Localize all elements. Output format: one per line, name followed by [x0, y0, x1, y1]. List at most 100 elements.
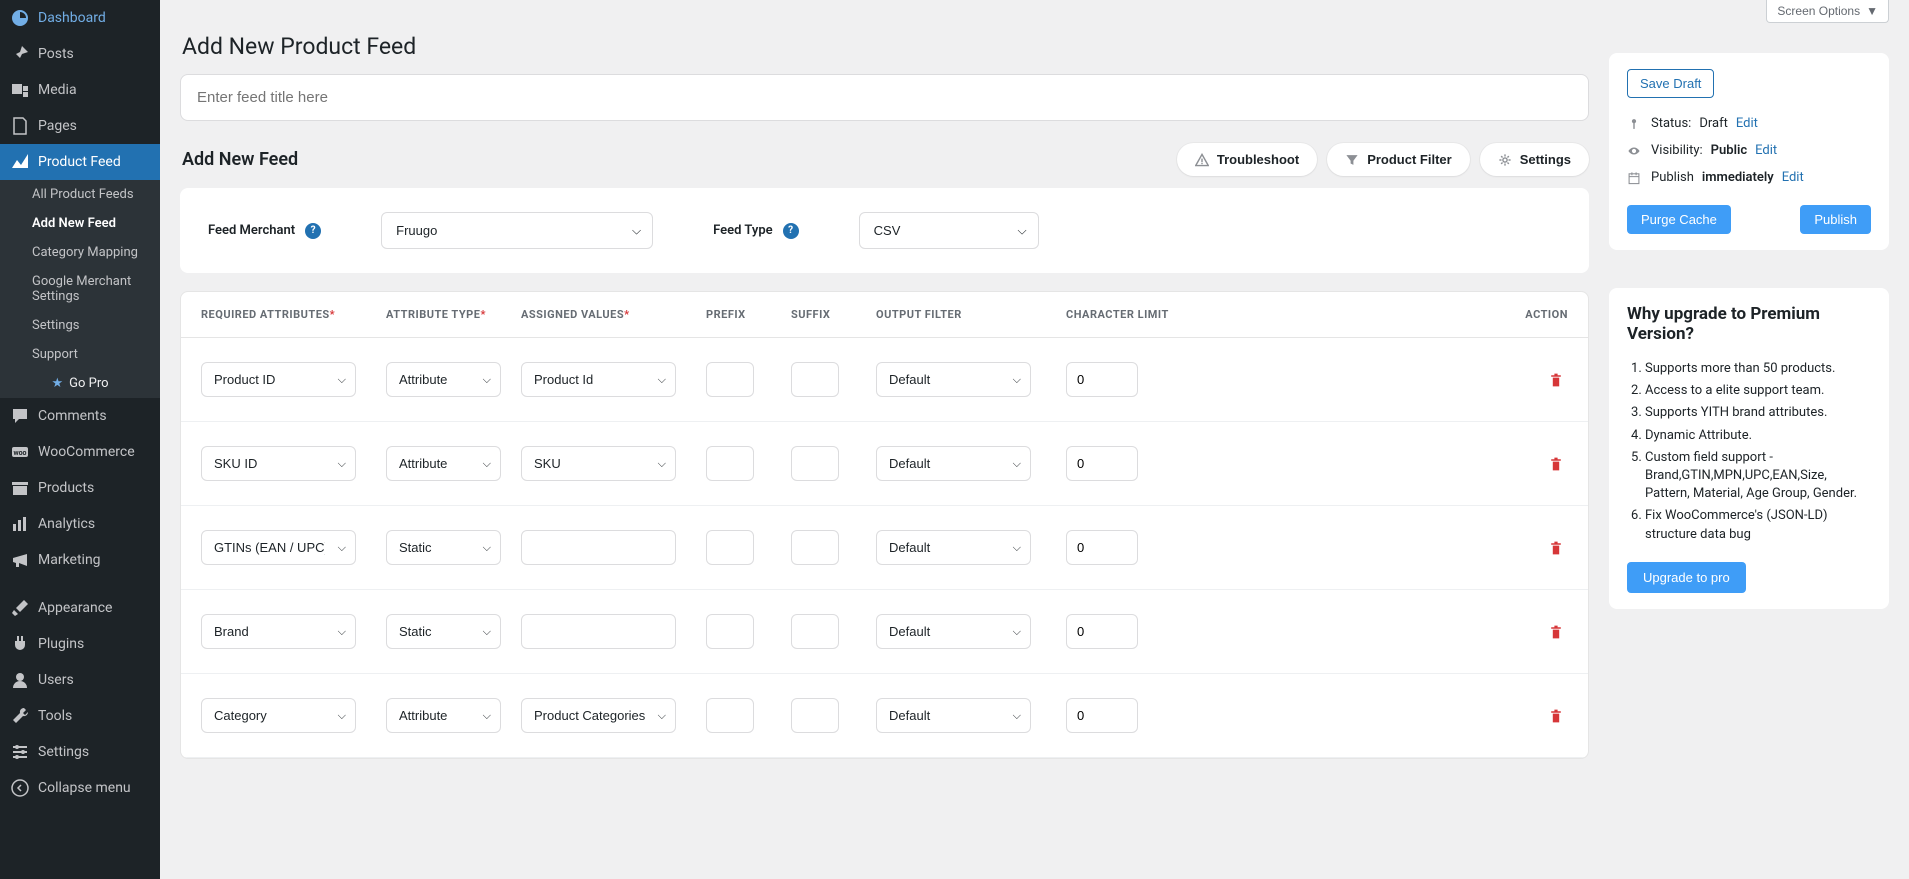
sidebar-item-analytics[interactable]: Analytics — [0, 506, 160, 542]
merchant-select-wrap: Fruugo ⌵ — [381, 212, 653, 249]
th-type: ATTRIBUTE TYPE* — [386, 308, 521, 321]
sidebar-label: Comments — [38, 408, 107, 424]
prefix-input[interactable] — [706, 698, 754, 733]
sidebar-item-collapse[interactable]: Collapse menu — [0, 770, 160, 806]
type-select[interactable]: Static — [386, 530, 501, 565]
sidebar-label: Plugins — [38, 636, 84, 652]
feed-type-select[interactable]: CSV — [859, 212, 1039, 249]
sidebar-label: Settings — [38, 744, 89, 760]
type-select[interactable]: Attribute — [386, 698, 501, 733]
suffix-input[interactable] — [791, 614, 839, 649]
publish-label: Publish — [1651, 170, 1694, 185]
submenu-support[interactable]: Support — [0, 340, 160, 369]
suffix-input[interactable] — [791, 446, 839, 481]
settings-button[interactable]: Settings — [1480, 143, 1589, 176]
filter-select[interactable]: Default — [876, 446, 1031, 481]
sidebar-item-plugins[interactable]: Plugins — [0, 626, 160, 662]
filter-select[interactable]: Default — [876, 614, 1031, 649]
merchant-select[interactable]: Fruugo — [381, 212, 653, 249]
feed-title-input[interactable] — [180, 74, 1589, 121]
feed-type-label: Feed Type — [713, 223, 773, 238]
sidebar-item-woocommerce[interactable]: woo WooCommerce — [0, 434, 160, 470]
visibility-value: Public — [1711, 143, 1747, 158]
brush-icon — [10, 598, 30, 618]
megaphone-icon — [10, 550, 30, 570]
sidebar-label: Collapse menu — [38, 780, 131, 796]
limit-input[interactable] — [1066, 530, 1138, 565]
sidebar-item-dashboard[interactable]: Dashboard — [0, 0, 160, 36]
sidebar-meta: Save Draft Status: Draft Edit Visibility… — [1609, 33, 1889, 759]
type-select[interactable]: Static — [386, 614, 501, 649]
sidebar-item-pages[interactable]: Pages — [0, 108, 160, 144]
star-icon: ★ — [51, 376, 63, 391]
troubleshoot-button[interactable]: Troubleshoot — [1177, 143, 1317, 176]
sidebar-item-comments[interactable]: Comments — [0, 398, 160, 434]
delete-row-button[interactable] — [1544, 368, 1568, 392]
attribute-select[interactable]: SKU ID — [201, 446, 356, 481]
edit-visibility-link[interactable]: Edit — [1755, 143, 1777, 158]
attributes-table: REQUIRED ATTRIBUTES* ATTRIBUTE TYPE* ASS… — [180, 291, 1589, 759]
sidebar-item-products[interactable]: Products — [0, 470, 160, 506]
wrench-icon — [10, 706, 30, 726]
delete-row-button[interactable] — [1544, 452, 1568, 476]
prefix-input[interactable] — [706, 530, 754, 565]
submenu-category-mapping[interactable]: Category Mapping — [0, 238, 160, 267]
edit-status-link[interactable]: Edit — [1736, 116, 1758, 131]
attribute-select[interactable]: Product ID — [201, 362, 356, 397]
screen-options-button[interactable]: Screen Options ▼ — [1766, 0, 1889, 23]
sidebar-item-product-feed[interactable]: Product Feed — [0, 144, 160, 180]
limit-input[interactable] — [1066, 698, 1138, 733]
submenu-settings[interactable]: Settings — [0, 311, 160, 340]
troubleshoot-label: Troubleshoot — [1217, 152, 1299, 167]
help-icon[interactable]: ? — [305, 223, 321, 239]
publish-button[interactable]: Publish — [1800, 205, 1871, 234]
filter-select[interactable]: Default — [876, 698, 1031, 733]
suffix-input[interactable] — [791, 698, 839, 733]
sidebar-item-users[interactable]: Users — [0, 662, 160, 698]
prefix-input[interactable] — [706, 362, 754, 397]
attribute-select[interactable]: Category — [201, 698, 356, 733]
sidebar-item-posts[interactable]: Posts — [0, 36, 160, 72]
delete-row-button[interactable] — [1544, 536, 1568, 560]
sidebar-item-marketing[interactable]: Marketing — [0, 542, 160, 578]
prefix-input[interactable] — [706, 614, 754, 649]
type-select[interactable]: Attribute — [386, 446, 501, 481]
sidebar-item-media[interactable]: Media — [0, 72, 160, 108]
type-select[interactable]: Attribute — [386, 362, 501, 397]
delete-row-button[interactable] — [1544, 620, 1568, 644]
assigned-select[interactable]: SKU — [521, 446, 676, 481]
purge-cache-button[interactable]: Purge Cache — [1627, 205, 1731, 234]
limit-input[interactable] — [1066, 446, 1138, 481]
assigned-input[interactable] — [521, 614, 676, 649]
submenu-google-merchant[interactable]: Google Merchant Settings — [0, 267, 160, 311]
assigned-select[interactable]: Product Id — [521, 362, 676, 397]
th-prefix: PREFIX — [706, 308, 791, 321]
assigned-input[interactable] — [521, 530, 676, 565]
submenu-go-pro[interactable]: ★Go Pro — [0, 369, 160, 398]
sidebar-item-tools[interactable]: Tools — [0, 698, 160, 734]
suffix-input[interactable] — [791, 362, 839, 397]
assigned-select[interactable]: Product Categories — [521, 698, 676, 733]
product-filter-button[interactable]: Product Filter — [1327, 143, 1470, 176]
delete-row-button[interactable] — [1544, 704, 1568, 728]
suffix-input[interactable] — [791, 530, 839, 565]
status-value: Draft — [1699, 116, 1728, 131]
limit-input[interactable] — [1066, 614, 1138, 649]
attribute-select[interactable]: Brand — [201, 614, 356, 649]
sidebar-item-appearance[interactable]: Appearance — [0, 590, 160, 626]
edit-publish-link[interactable]: Edit — [1782, 170, 1804, 185]
filter-select[interactable]: Default — [876, 530, 1031, 565]
help-icon[interactable]: ? — [783, 223, 799, 239]
save-draft-button[interactable]: Save Draft — [1627, 69, 1714, 98]
section-title: Add New Feed — [182, 149, 298, 170]
limit-input[interactable] — [1066, 362, 1138, 397]
submenu-all-feeds[interactable]: All Product Feeds — [0, 180, 160, 209]
prefix-input[interactable] — [706, 446, 754, 481]
attribute-select[interactable]: GTINs (EAN / UPC) — [201, 530, 356, 565]
collapse-icon — [10, 778, 30, 798]
submenu-add-new[interactable]: Add New Feed — [0, 209, 160, 238]
th-filter: OUTPUT FILTER — [876, 308, 1066, 321]
filter-select[interactable]: Default — [876, 362, 1031, 397]
sidebar-item-settings[interactable]: Settings — [0, 734, 160, 770]
upgrade-button[interactable]: Upgrade to pro — [1627, 562, 1746, 593]
